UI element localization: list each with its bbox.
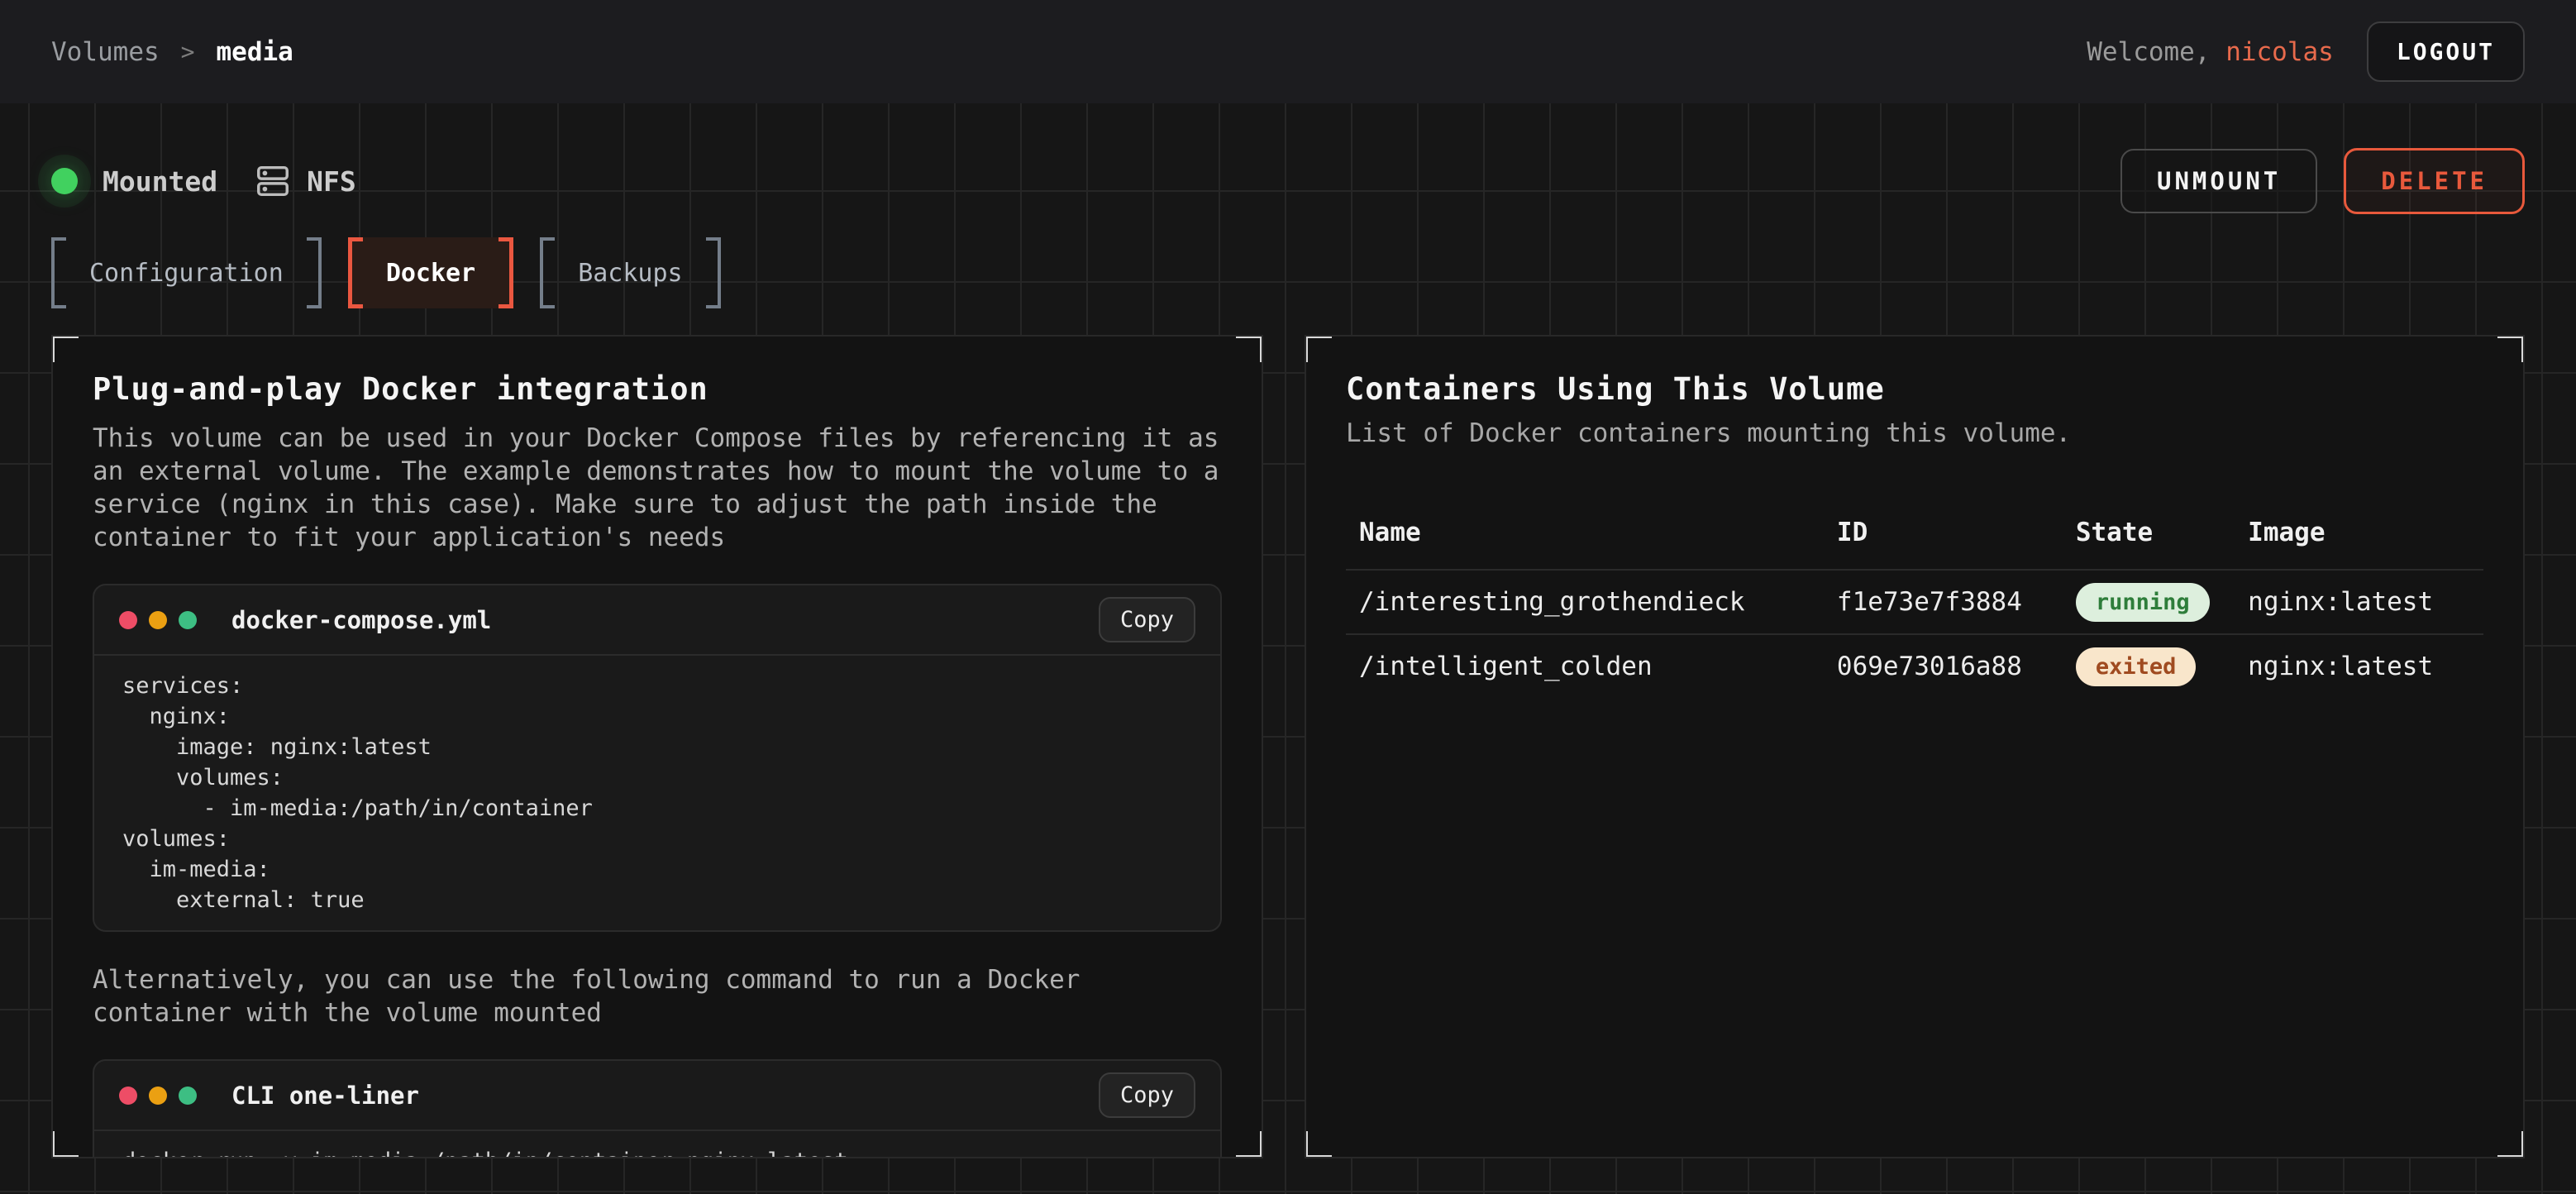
panel-corner-icon	[51, 335, 79, 362]
containers-panel-title: Containers Using This Volume	[1346, 371, 2483, 407]
panel-corner-icon	[1305, 1131, 1332, 1158]
cli-copy-button[interactable]: Copy	[1099, 1072, 1195, 1118]
tab-docker[interactable]: Docker	[348, 237, 513, 308]
compose-copy-button[interactable]: Copy	[1099, 597, 1195, 642]
driver-label: NFS	[307, 165, 356, 198]
table-row: /interesting_grothendieck f1e73e7f3884 r…	[1346, 569, 2483, 633]
welcome-text: Welcome, nicolas	[2087, 37, 2334, 67]
compose-code: services: nginx: image: nginx:latest vol…	[94, 656, 1220, 930]
column-header-name: Name	[1359, 518, 1837, 547]
bracket-right-icon	[499, 237, 513, 308]
tab-label: Configuration	[89, 259, 284, 288]
containers-table: Name ID State Image /interesting_grothen…	[1346, 509, 2483, 698]
traffic-light-red-icon	[119, 1087, 137, 1105]
column-header-state: State	[2076, 518, 2248, 547]
tab-configuration[interactable]: Configuration	[51, 237, 322, 308]
unmount-button[interactable]: UNMOUNT	[2120, 149, 2317, 213]
cli-code: docker run -v im-media:/path/in/containe…	[94, 1131, 1220, 1158]
column-header-image: Image	[2248, 518, 2470, 547]
cli-code-block: CLI one-liner Copy docker run -v im-medi…	[93, 1059, 1222, 1158]
container-id: 069e73016a88	[1837, 652, 2076, 681]
bracket-left-icon	[51, 237, 66, 308]
traffic-light-yellow-icon	[149, 611, 167, 629]
server-icon	[254, 162, 292, 200]
traffic-light-green-icon	[179, 1087, 197, 1105]
panel-corner-icon	[2497, 1131, 2525, 1158]
panel-corner-icon	[51, 1131, 79, 1158]
traffic-lights-icon	[119, 611, 197, 629]
mount-status-label: Mounted	[103, 165, 217, 198]
column-header-id: ID	[1837, 518, 2076, 547]
table-header-row: Name ID State Image	[1346, 509, 2483, 569]
delete-button[interactable]: DELETE	[2344, 148, 2525, 214]
breadcrumb-separator-icon: >	[181, 38, 195, 65]
compose-code-block: docker-compose.yml Copy services: nginx:…	[93, 584, 1222, 932]
container-name: /intelligent_colden	[1359, 652, 1837, 681]
docker-integration-panel: Plug-and-play Docker integration This vo…	[51, 335, 1263, 1158]
container-image: nginx:latest	[2248, 587, 2470, 617]
tab-bar: Configuration Docker Backups	[51, 237, 2525, 308]
state-badge: exited	[2076, 647, 2197, 686]
tab-backups[interactable]: Backups	[540, 237, 720, 308]
welcome-prefix: Welcome,	[2087, 37, 2225, 67]
panel-corner-icon	[2497, 335, 2525, 362]
bracket-right-icon	[307, 237, 322, 308]
cli-intro-text: Alternatively, you can use the following…	[93, 963, 1222, 1029]
panel-corner-icon	[1236, 1131, 1263, 1158]
username: nicolas	[2225, 37, 2334, 67]
panel-corner-icon	[1305, 335, 1332, 362]
traffic-light-yellow-icon	[149, 1087, 167, 1105]
volume-driver: NFS	[254, 162, 356, 200]
table-row: /intelligent_colden 069e73016a88 exited …	[1346, 633, 2483, 698]
breadcrumb-current-page: media	[217, 37, 293, 67]
tab-label: Backups	[578, 259, 682, 288]
logout-button[interactable]: LOGOUT	[2367, 21, 2525, 82]
breadcrumb: Volumes > media	[51, 37, 293, 67]
containers-panel: Containers Using This Volume List of Doc…	[1305, 335, 2525, 1158]
bracket-right-icon	[706, 237, 721, 308]
container-name: /interesting_grothendieck	[1359, 587, 1837, 617]
traffic-light-green-icon	[179, 611, 197, 629]
mounted-status-dot-icon	[51, 168, 78, 194]
state-badge: running	[2076, 583, 2210, 622]
docker-panel-description: This volume can be used in your Docker C…	[93, 422, 1222, 554]
traffic-lights-icon	[119, 1087, 197, 1105]
container-image: nginx:latest	[2248, 652, 2470, 681]
main-content: Mounted NFS UNMOUNT DELETE Configuration	[0, 103, 2576, 1194]
breadcrumb-volumes-link[interactable]: Volumes	[51, 37, 160, 67]
docker-panel-title: Plug-and-play Docker integration	[93, 371, 1222, 407]
traffic-light-red-icon	[119, 611, 137, 629]
mount-status: Mounted	[51, 165, 217, 198]
container-id: f1e73e7f3884	[1837, 587, 2076, 617]
top-bar: Volumes > media Welcome, nicolas LOGOUT	[0, 0, 2576, 103]
containers-panel-subtitle: List of Docker containers mounting this …	[1346, 418, 2483, 448]
tab-label: Docker	[386, 259, 475, 288]
compose-filename: docker-compose.yml	[231, 606, 491, 634]
bracket-left-icon	[348, 237, 363, 308]
cli-filename: CLI one-liner	[231, 1082, 419, 1110]
bracket-left-icon	[540, 237, 555, 308]
panel-corner-icon	[1236, 335, 1263, 362]
